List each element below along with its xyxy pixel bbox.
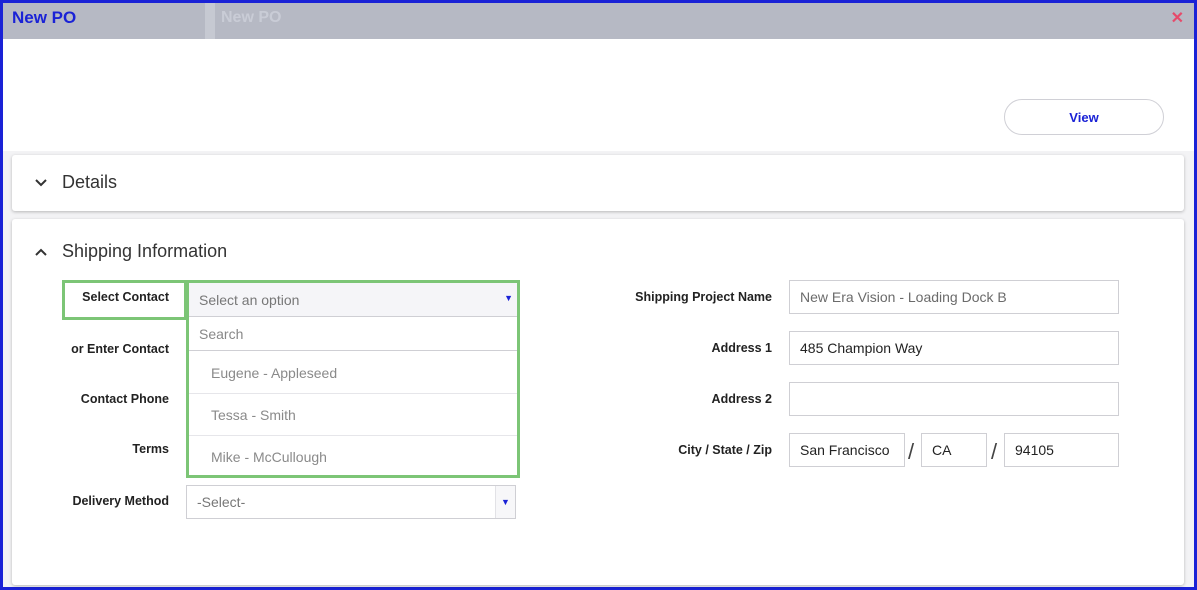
details-header[interactable]: Details	[34, 172, 117, 193]
delivery-method-label: Delivery Method	[72, 494, 169, 508]
city-state-zip-label: City / State / Zip	[678, 443, 772, 457]
select-contact-placeholder: Select an option	[199, 291, 300, 308]
shipping-project-name-label: Shipping Project Name	[635, 290, 772, 304]
contact-search-input[interactable]: Search	[189, 317, 517, 351]
address2-label: Address 2	[711, 392, 772, 406]
title-bar: New PO New PO ✕	[3, 3, 1194, 39]
view-button[interactable]: View	[1004, 99, 1164, 135]
enter-contact-label: or Enter Contact	[71, 342, 169, 356]
terms-label: Terms	[132, 442, 169, 456]
modal-title: New PO	[12, 8, 77, 27]
details-panel: Details	[12, 155, 1184, 211]
contact-option[interactable]: Eugene - Appleseed	[189, 352, 517, 394]
separator: /	[908, 439, 915, 464]
shipping-project-name-value: New Era Vision - Loading Dock B	[800, 289, 1007, 305]
modal-header-area	[3, 39, 1194, 151]
shipping-header[interactable]: Shipping Information	[34, 241, 227, 262]
details-title: Details	[62, 172, 118, 192]
zip-field[interactable]: 94105	[1004, 433, 1119, 467]
chevron-down-icon	[35, 178, 47, 186]
address1-value: 485 Champion Way	[800, 340, 923, 356]
contact-search-placeholder: Search	[199, 325, 244, 342]
shipping-project-name-field[interactable]: New Era Vision - Loading Dock B	[789, 280, 1119, 314]
delivery-method-value: -Select-	[197, 494, 246, 510]
title-bar-divider	[205, 3, 215, 39]
chevron-up-icon	[35, 248, 47, 256]
state-value: CA	[932, 442, 952, 458]
background-title: New PO	[221, 9, 282, 26]
address1-label: Address 1	[711, 341, 772, 355]
caret-down-icon: ▼	[495, 486, 515, 518]
address2-field[interactable]	[789, 382, 1119, 416]
close-icon[interactable]: ✕	[1171, 8, 1184, 28]
address1-field[interactable]: 485 Champion Way	[789, 331, 1119, 365]
select-contact-label: Select Contact	[82, 290, 169, 304]
zip-value: 94105	[1015, 442, 1054, 458]
city-value: San Francisco	[800, 442, 890, 458]
modal-window: New PO New PO ✕ View Details Shipping In…	[0, 0, 1197, 590]
delivery-method-select[interactable]: -Select- ▼	[186, 485, 516, 519]
shipping-title: Shipping Information	[62, 241, 228, 261]
select-contact-select[interactable]: Select an option ▼	[189, 283, 517, 317]
city-field[interactable]: San Francisco	[789, 433, 905, 467]
contact-option[interactable]: Tessa - Smith	[189, 394, 517, 436]
state-field[interactable]: CA	[921, 433, 987, 467]
separator: /	[991, 439, 998, 464]
contact-phone-label: Contact Phone	[80, 392, 169, 406]
caret-down-icon: ▼	[504, 293, 513, 303]
contact-option[interactable]: Mike - McCullough	[189, 436, 517, 478]
select-contact-dropdown: Select an option ▼ Search Eugene - Apple…	[186, 280, 520, 478]
